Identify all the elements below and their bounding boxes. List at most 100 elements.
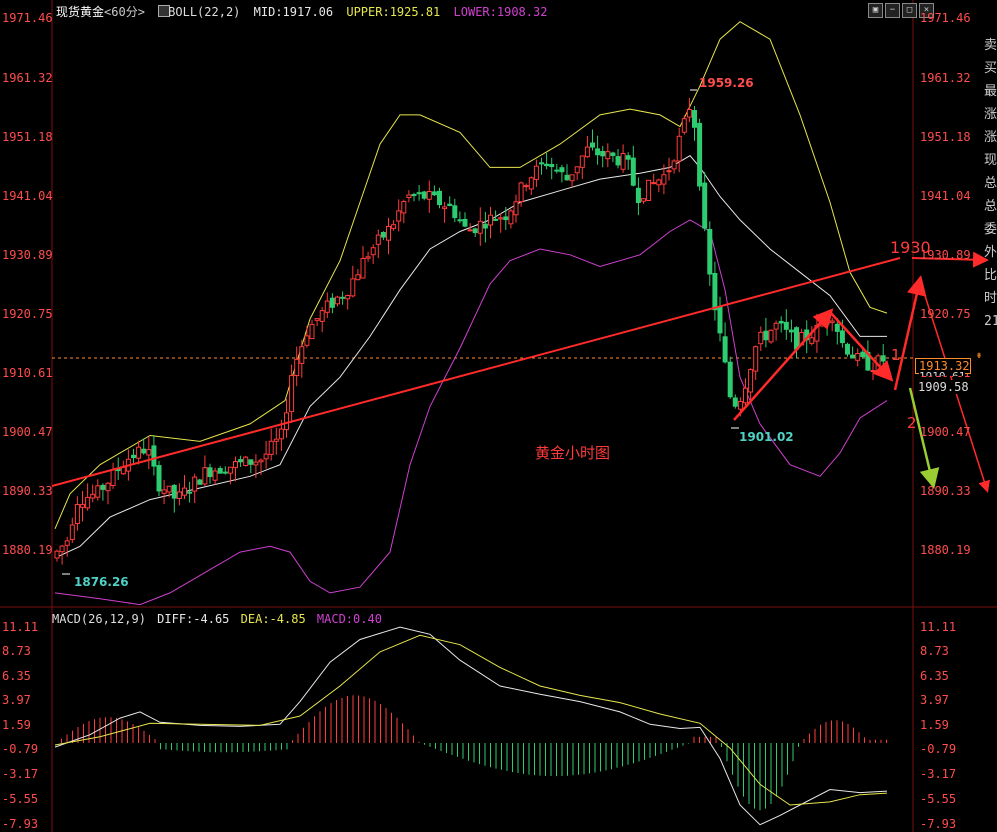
side-panel-label: 最	[984, 84, 997, 99]
candle-body	[666, 170, 672, 173]
candle-body	[488, 214, 493, 226]
candle-body	[539, 162, 544, 165]
candle-body	[646, 179, 652, 202]
wave-2-label: 2	[907, 414, 917, 432]
candle-body	[518, 182, 524, 203]
candle-body	[146, 449, 152, 456]
candle-body	[110, 469, 116, 486]
candle-body	[860, 351, 866, 358]
period-label[interactable]: <60分>	[104, 5, 145, 19]
candle-body	[641, 198, 646, 202]
candle-body	[59, 545, 65, 553]
candle-body	[855, 353, 861, 361]
chart-settings-icon[interactable]: ▣	[868, 3, 883, 18]
candle-body	[809, 337, 815, 344]
candle-body	[870, 370, 876, 373]
macd-axis-left-label: -7.93	[2, 817, 39, 831]
low-mid-label: 1901.02	[739, 430, 794, 444]
candle-body	[508, 210, 514, 225]
candle-body	[544, 163, 550, 167]
candle-body	[258, 459, 264, 463]
chart-canvas[interactable]	[0, 0, 997, 832]
candle-body	[482, 223, 488, 229]
candle-body	[722, 336, 728, 363]
candle-body	[304, 335, 310, 346]
candle-body	[207, 467, 213, 477]
candle-body	[554, 169, 560, 172]
candle-body	[564, 174, 570, 181]
price-axis-left-label: 1920.75	[2, 307, 53, 321]
price-axis-left-label: 1961.32	[2, 71, 53, 85]
macd-axis-right-label: 6.35	[920, 669, 949, 683]
macd-axis-left-label: -3.17	[2, 767, 39, 781]
candle-body	[697, 122, 703, 187]
price-axis-left-label: 1900.47	[2, 425, 53, 439]
price-axis-right-label: 1941.04	[920, 189, 971, 203]
restore-icon[interactable]: □	[902, 3, 917, 18]
candle-body	[753, 346, 759, 372]
candle-body	[329, 297, 335, 308]
macd-axis-left-label: 1.59	[2, 718, 31, 732]
candle-body	[212, 470, 218, 481]
candle-body	[676, 135, 682, 162]
candle-body	[661, 174, 667, 185]
candle-body	[600, 151, 606, 157]
candle-body	[783, 321, 789, 330]
minimize-icon[interactable]: −	[885, 3, 900, 18]
price-axis-left-label: 1941.04	[2, 189, 53, 203]
candle-body	[467, 229, 473, 232]
candle-body	[615, 156, 621, 166]
price-axis-right-label: 1890.33	[920, 484, 971, 498]
boll-lower: LOWER:1908.32	[453, 5, 548, 19]
price-axis-right-label: 1971.46	[920, 11, 971, 25]
candle-body	[477, 220, 483, 234]
price-axis-left-label: 1930.89	[2, 248, 53, 262]
candle-body	[289, 375, 295, 413]
price-axis-left-label: 1951.18	[2, 130, 53, 144]
candle-body	[278, 428, 284, 440]
candle-body	[319, 310, 325, 322]
candle-body	[294, 358, 300, 376]
candle-body	[187, 491, 193, 494]
candle-body	[625, 155, 631, 160]
level-label: 1930	[890, 238, 931, 257]
macd-axis-left-label: 8.73	[2, 644, 31, 658]
candle-body	[452, 205, 458, 219]
candle-body	[834, 323, 840, 332]
candle-body	[100, 484, 106, 490]
candle-body	[151, 445, 157, 467]
macd-axis-right-label: -3.17	[920, 767, 957, 781]
indicator-header: 现货黄金<60分> BOLL(22,2) MID:1917.06 UPPER:1…	[56, 3, 553, 20]
candle-body	[681, 118, 687, 133]
boll-label: BOLL(22,2)	[168, 5, 241, 19]
macd-diff: DIFF:-4.65	[157, 612, 230, 626]
candle-body	[880, 355, 886, 362]
wave-1-label: 1	[891, 346, 901, 364]
candle-body	[635, 187, 641, 204]
candle-body	[584, 146, 590, 158]
price-axis-right-label: 1961.32	[920, 71, 971, 85]
candle-body	[80, 504, 85, 508]
candle-body	[227, 466, 233, 474]
candle-body	[233, 461, 238, 469]
macd-axis-right-label: -5.55	[920, 792, 957, 806]
side-panel-label: 涨	[984, 107, 997, 122]
candle-body	[737, 400, 743, 410]
candle-body	[105, 482, 111, 492]
price-axis-left-label: 1910.61	[2, 366, 53, 380]
macd-dea-line	[54, 634, 888, 806]
candle-body	[773, 322, 779, 330]
candle-body	[299, 346, 305, 364]
candle-body	[222, 471, 228, 474]
candle-body	[350, 278, 356, 297]
candle-body	[819, 323, 825, 327]
price-axis-left-label: 1890.33	[2, 484, 53, 498]
candle-body	[707, 229, 713, 275]
side-panel-label: 卖	[984, 38, 997, 53]
macd-diff-line	[54, 626, 888, 826]
candle-body	[176, 491, 182, 499]
side-panel-label: 委	[984, 222, 997, 237]
candle-body	[493, 218, 499, 221]
candle-body	[202, 467, 208, 485]
candle-body	[605, 151, 611, 160]
